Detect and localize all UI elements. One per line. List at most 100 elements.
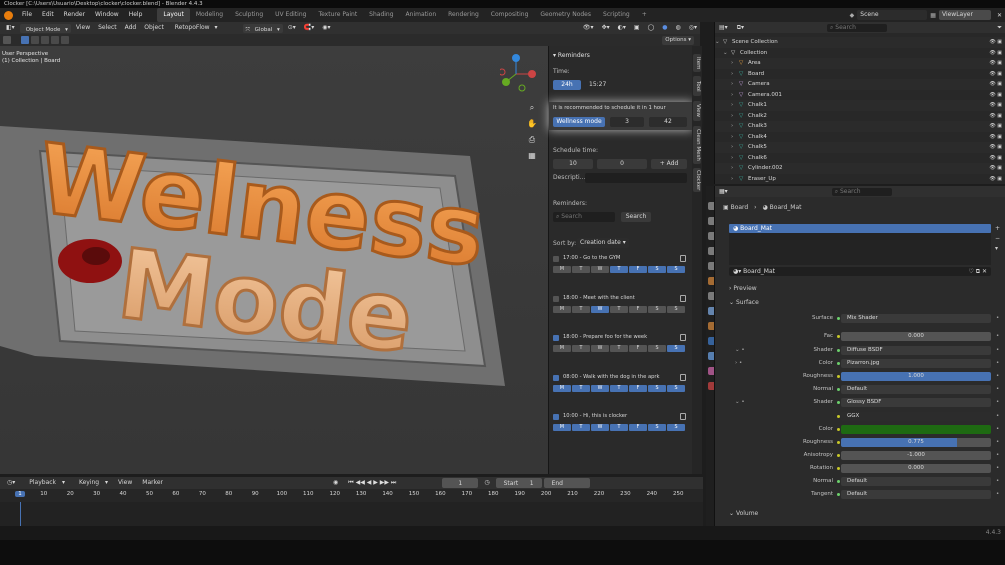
prop-field[interactable]: 0.000 xyxy=(841,464,991,473)
day-toggle[interactable]: S xyxy=(667,384,685,392)
shading-render-icon[interactable]: ◎▾ xyxy=(686,22,700,34)
retopoflow-menu[interactable]: RetopoFlow ▾ xyxy=(169,22,221,34)
record-icon[interactable]: ◉ xyxy=(329,477,342,489)
filter-icon[interactable]: ⏷ xyxy=(997,24,1002,32)
day-toggle[interactable]: T xyxy=(572,266,590,273)
sort-dropdown[interactable]: Creation date ▾ xyxy=(577,238,629,248)
pivot-icon[interactable]: ⊙▾ xyxy=(285,22,299,34)
clock-icon[interactable]: ◷ xyxy=(480,477,493,489)
outliner-item-cylinder-002[interactable]: › ▽ Cylinder.002 👁 ▣ xyxy=(715,163,1005,174)
day-toggle[interactable]: T xyxy=(572,424,590,431)
schedule-minutes-field[interactable]: 0 xyxy=(597,159,647,169)
visibility-eye-icon[interactable]: 👁 ▣ xyxy=(989,111,1002,122)
material-browse-icon[interactable]: ◕▾ xyxy=(733,268,741,275)
select-mode-extend-icon[interactable] xyxy=(31,36,39,44)
driver-dot-icon[interactable]: • xyxy=(996,464,999,473)
navigation-gizmo[interactable] xyxy=(498,52,540,92)
day-toggle[interactable]: T xyxy=(572,345,590,352)
day-toggle[interactable]: S xyxy=(648,266,666,273)
3d-viewport[interactable]: Welness Mode User Perspective (1) Collec… xyxy=(0,46,548,474)
prop-field[interactable] xyxy=(841,425,991,434)
day-toggle[interactable]: F xyxy=(629,305,647,313)
expand-arrow-icon[interactable]: ⌄ xyxy=(723,48,728,59)
expand-arrow-icon[interactable]: › xyxy=(731,111,733,122)
driver-dot-icon[interactable]: • xyxy=(996,477,999,486)
day-toggle[interactable]: W xyxy=(591,305,609,313)
grid-toggle-icon[interactable]: ▦ xyxy=(526,148,538,164)
marker-menu[interactable]: Marker xyxy=(138,477,167,489)
day-toggle[interactable]: F xyxy=(629,345,647,352)
day-toggle[interactable]: S xyxy=(667,266,685,273)
material-selector[interactable]: ◕▾ Board_Mat ♡ ⧉ ✕ xyxy=(729,267,991,276)
sidebar-tab-view[interactable]: View xyxy=(693,101,701,121)
tab-geometry-nodes[interactable]: Geometry Nodes xyxy=(534,8,597,22)
description-input[interactable] xyxy=(585,173,687,183)
tab-uv-editing[interactable]: UV Editing xyxy=(269,8,312,22)
day-toggle[interactable]: M xyxy=(553,345,571,352)
day-toggle[interactable]: W xyxy=(591,345,609,352)
day-toggle[interactable]: S xyxy=(667,305,685,313)
tab-texture-paint[interactable]: Texture Paint xyxy=(312,8,363,22)
expand-arrow-icon[interactable]: › xyxy=(731,153,733,164)
day-toggle[interactable]: T xyxy=(610,266,628,273)
day-toggle[interactable]: M xyxy=(553,424,571,431)
object-menu[interactable]: Object xyxy=(141,22,167,34)
prop-field[interactable]: 0.000 xyxy=(841,332,991,341)
outliner-item-chalk4[interactable]: › ▽ Chalk4 👁 ▣ xyxy=(715,132,1005,143)
expand-arrow-icon[interactable]: › xyxy=(731,100,733,111)
add-slot-icon[interactable]: + xyxy=(995,224,1000,234)
outliner-item-area[interactable]: › ▽ Area 👁 ▣ xyxy=(715,58,1005,69)
blender-logo-icon[interactable] xyxy=(4,10,13,20)
tab-animation[interactable]: Animation xyxy=(400,8,443,22)
prop-field[interactable]: 1.000 xyxy=(841,372,991,381)
visibility-eye-icon[interactable]: 👁 ▣ xyxy=(989,174,1002,185)
reminder-checkbox[interactable] xyxy=(553,295,559,302)
prop-field[interactable]: Pizarron.jpg xyxy=(841,359,991,368)
driver-dot-icon[interactable]: • xyxy=(996,314,999,323)
material-actions-icon[interactable]: ♡ ⧉ ✕ xyxy=(968,267,987,276)
day-toggle[interactable]: M xyxy=(553,266,571,273)
sidebar-tab-item[interactable]: Item xyxy=(693,54,701,72)
scene-field[interactable]: Scene xyxy=(857,10,928,20)
add-menu[interactable]: Add xyxy=(122,22,140,34)
reminders-search-input[interactable]: ⌕ Search xyxy=(553,212,615,222)
outliner-collection[interactable]: ⌄ ▽ Collection 👁 ▣ xyxy=(715,48,1005,59)
prop-field[interactable]: -1.000 xyxy=(841,451,991,460)
expand-arrow-icon[interactable]: › xyxy=(731,79,733,90)
sidebar-tab-tool[interactable]: Tool xyxy=(693,76,701,96)
add-reminder-button[interactable]: + Add xyxy=(651,159,687,169)
outliner-item-chalk1[interactable]: › ▽ Chalk1 👁 ▣ xyxy=(715,100,1005,111)
day-toggle[interactable]: T xyxy=(610,384,628,392)
visibility-icon[interactable]: 👁▾ xyxy=(580,22,597,34)
outliner-scene-collection[interactable]: ⌄ ▽ Scene Collection 👁 ▣ xyxy=(715,37,1005,48)
prop-field[interactable]: 0.775 xyxy=(841,438,991,447)
day-toggle[interactable]: T xyxy=(610,305,628,313)
format-24h-button[interactable]: 24h xyxy=(553,80,581,90)
timeline-track[interactable] xyxy=(0,502,703,526)
outliner-item-camera[interactable]: › ▽ Camera 👁 ▣ xyxy=(715,79,1005,90)
day-toggle[interactable]: M xyxy=(553,305,571,313)
trash-icon[interactable] xyxy=(680,334,686,341)
add-workspace-icon[interactable]: + xyxy=(636,8,653,22)
volume-panel-header[interactable]: ⌄ Volume xyxy=(729,510,758,517)
editor-type-icon[interactable]: ◧▾ xyxy=(3,22,18,34)
sidebar-tab-clean-mesh[interactable]: Clean Mesh xyxy=(693,126,701,164)
outliner-item-chalk2[interactable]: › ▽ Chalk2 👁 ▣ xyxy=(715,111,1005,122)
expand-arrow-icon[interactable]: ⌄ • xyxy=(735,346,745,355)
properties-search-input[interactable]: ⌕ Search xyxy=(831,187,892,196)
timeline-editor-icon[interactable]: ◷▾ xyxy=(3,477,19,489)
sidebar-tab-clocker[interactable]: Clocker xyxy=(693,168,701,192)
tab-scripting[interactable]: Scripting xyxy=(597,8,636,22)
expand-arrow-icon[interactable]: › xyxy=(731,132,733,143)
surface-panel-header[interactable]: ⌄ Surface xyxy=(729,299,759,306)
reminder-checkbox[interactable] xyxy=(553,414,559,420)
prop-field[interactable]: Diffuse BSDF xyxy=(841,346,991,355)
day-toggle[interactable]: F xyxy=(629,266,647,273)
view-menu[interactable]: View xyxy=(73,22,93,34)
expand-arrow-icon[interactable]: › xyxy=(731,174,733,185)
driver-dot-icon[interactable]: • xyxy=(996,451,999,460)
orientation-dropdown[interactable]: ⤧ Global ▾ xyxy=(242,23,283,33)
properties-editor-icon[interactable]: ▦▾ xyxy=(719,188,728,195)
scene-icon[interactable]: ◆ xyxy=(850,12,855,19)
breadcrumb-material[interactable]: Board_Mat xyxy=(770,204,802,211)
